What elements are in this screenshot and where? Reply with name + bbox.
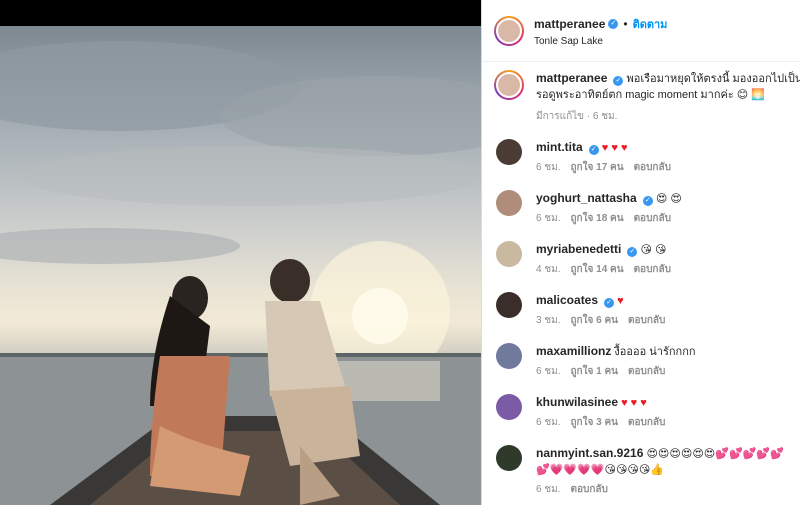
comment-text: งื้ออออ น่ารักกกก (614, 346, 696, 358)
caption-username[interactable]: mattperanee (536, 71, 607, 85)
post-location[interactable]: Tonle Sap Lake (534, 36, 667, 47)
comment-item: malicoates ✓ ♥ 3 ชม. ถูกใจ 6 คน ตอบกลับ (494, 292, 788, 329)
comment-username[interactable]: yoghurt_nattasha (536, 191, 637, 205)
caption-avatar[interactable] (494, 70, 524, 100)
reply-button[interactable]: ตอบกลับ (628, 313, 665, 329)
post-side-panel: mattperanee ✓ • ติดตาม Tonle Sap Lake ma… (481, 0, 800, 505)
verified-badge-icon: ✓ (627, 247, 638, 257)
comment-time: 6 ชม. (536, 213, 561, 224)
comments-list: mattperanee ✓ พอเรือมาหยุดให้ตรงนี้ มองอ… (482, 62, 800, 498)
verified-badge-icon: ✓ (642, 196, 653, 206)
reply-button[interactable]: ตอบกลับ (634, 262, 671, 278)
caption-text-line1: พอเรือมาหยุดให้ตรงนี้ มองออกไปเป็นเส้นข (626, 73, 800, 85)
post-caption: mattperanee ✓ พอเรือมาหยุดให้ตรงนี้ มองอ… (494, 70, 800, 125)
verified-badge-icon: ✓ (604, 298, 615, 308)
comment-text: ♥ (617, 295, 624, 307)
comment-text: ♥ ♥ ♥ (601, 142, 628, 154)
reply-button[interactable]: ตอบกลับ (628, 415, 665, 431)
comment-item: myriabenedetti ✓ 😘 😘 4 ชม. ถูกใจ 14 คน ตอบ… (494, 241, 788, 278)
comment-time: 6 ชม. (536, 162, 561, 173)
commenter-avatar[interactable] (496, 190, 522, 216)
comment-item: mint.tita ✓ ♥ ♥ ♥ 6 ชม. ถูกใจ 17 คน ตอบกลั… (494, 139, 788, 176)
commenter-avatar[interactable] (496, 343, 522, 369)
comment-item: nanmyint.san.9216 😍😍😍😍😍😍💕💕💕💕💕 💕💗💗💗💗😘😘😘😘👍… (494, 445, 788, 498)
comment-time: 3 ชม. (536, 315, 561, 326)
comment-time: 6 ชม. (536, 484, 561, 495)
comment-text: 😘 😘 (640, 244, 667, 256)
comment-time: 6 ชม. (536, 366, 561, 377)
comment-likes[interactable]: ถูกใจ 14 คน (571, 262, 624, 278)
reply-button[interactable]: ตอบกลับ (628, 364, 665, 380)
commenter-avatar[interactable] (496, 445, 522, 471)
comment-username[interactable]: nanmyint.san.9216 (536, 446, 643, 460)
post-header: mattperanee ✓ • ติดตาม Tonle Sap Lake (482, 0, 800, 62)
verified-badge-icon: ✓ (608, 18, 619, 29)
commenter-avatar[interactable] (496, 292, 522, 318)
comment-likes[interactable]: ถูกใจ 1 คน (571, 364, 619, 380)
comment-username[interactable]: myriabenedetti (536, 242, 621, 256)
verified-badge-icon: ✓ (613, 76, 624, 86)
comment-text: 😍😍😍😍😍😍💕💕💕💕💕 (646, 448, 784, 460)
comment-likes[interactable]: ถูกใจ 18 คน (571, 211, 624, 227)
reply-button[interactable]: ตอบกลับ (634, 160, 671, 176)
comment-item: yoghurt_nattasha ✓ 😍 😍 6 ชม. ถูกใจ 18 คน ต… (494, 190, 788, 227)
commenter-avatar[interactable] (496, 241, 522, 267)
comment-text: 😍 😍 (655, 193, 682, 205)
author-username[interactable]: mattperanee (534, 17, 605, 31)
comment-likes[interactable]: ถูกใจ 17 คน (571, 160, 624, 176)
comment-time: 6 ชม. (536, 417, 561, 428)
reply-button[interactable]: ตอบกลับ (634, 211, 671, 227)
verified-badge-icon: ✓ (588, 145, 599, 155)
commenter-avatar[interactable] (496, 394, 522, 420)
comment-username[interactable]: khunwilasinee (536, 395, 618, 409)
separator-dot: • (623, 16, 628, 31)
comment-item: khunwilasinee ♥ ♥ ♥ 6 ชม. ถูกใจ 3 คน ตอบกล… (494, 394, 788, 431)
comment-username[interactable]: maxamillionz (536, 344, 611, 358)
commenter-avatar[interactable] (496, 139, 522, 165)
reply-button[interactable]: ตอบกลับ (571, 482, 608, 498)
author-avatar[interactable] (494, 15, 524, 46)
comment-username[interactable]: mint.tita (536, 140, 583, 154)
follow-button[interactable]: ติดตาม (633, 15, 668, 33)
comment-username[interactable]: malicoates (536, 293, 598, 307)
comment-item: maxamillionz งื้ออออ น่ารักกกก 6 ชม. ถูกใ… (494, 343, 788, 380)
comment-text: ♥ ♥ ♥ (621, 397, 647, 409)
sunset-boat-image (0, 41, 481, 505)
top-bar (0, 0, 481, 26)
caption-meta: มีการแก้ไข · 6 ชม. (536, 111, 618, 122)
comment-text-line2: 💕💗💗💗💗😘😘😘😘👍 (536, 464, 665, 476)
comment-likes[interactable]: ถูกใจ 3 คน (571, 415, 619, 431)
caption-text-line2: รอดูพระอาทิตย์ตก magic moment มากค่ะ 😊 🌅 (536, 89, 766, 101)
post-photo[interactable] (0, 26, 481, 505)
comment-likes[interactable]: ถูกใจ 6 คน (571, 313, 619, 329)
comment-time: 4 ชม. (536, 264, 561, 275)
